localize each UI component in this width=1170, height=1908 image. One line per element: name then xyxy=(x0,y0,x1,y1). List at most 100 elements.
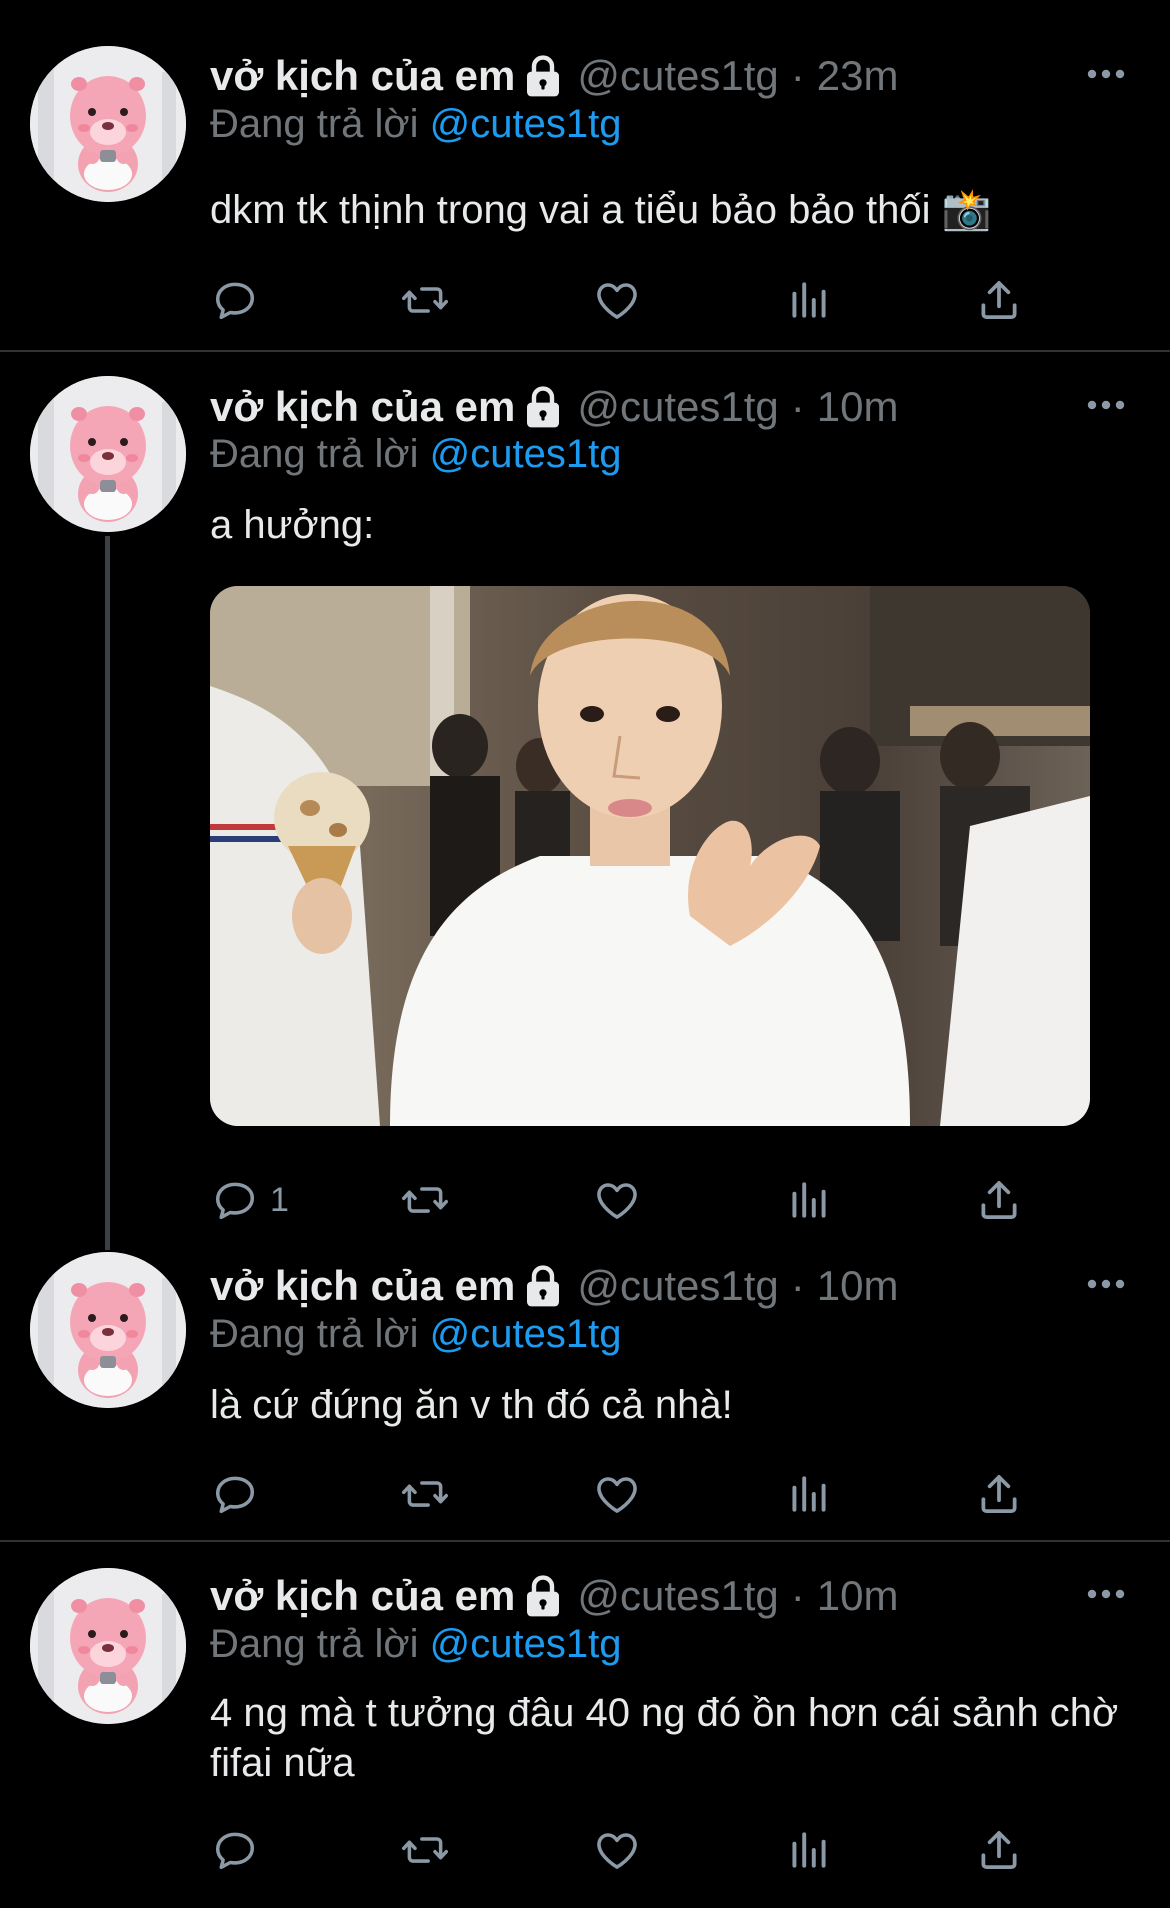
tweet-3[interactable]: vở kịch của em @cutes1tg · 10m Đang trả … xyxy=(0,1232,1170,1538)
separator: · xyxy=(790,1572,805,1619)
replying-to: Đang trả lời @cutes1tg xyxy=(210,432,622,477)
reply-button[interactable] xyxy=(210,1824,270,1876)
tweet-text: a hưởng: xyxy=(210,503,375,547)
retweet-button[interactable] xyxy=(400,1824,450,1876)
share-button[interactable] xyxy=(974,1174,1024,1226)
display-name[interactable]: vở kịch của em xyxy=(210,52,515,100)
tweet-media[interactable] xyxy=(210,586,1090,1126)
handle[interactable]: @cutes1tg xyxy=(577,1262,778,1310)
retweet-icon xyxy=(400,1825,450,1875)
handle[interactable]: @cutes1tg xyxy=(577,1572,778,1620)
reply-icon xyxy=(210,1825,260,1875)
action-bar xyxy=(210,1468,1050,1520)
reply-button[interactable] xyxy=(210,1468,270,1520)
replying-mention[interactable]: @cutes1tg xyxy=(430,1622,622,1666)
avatar-image xyxy=(30,376,186,532)
tweet-4[interactable]: vở kịch của em @cutes1tg · 10m Đang trả … xyxy=(0,1542,1170,1908)
tweet-header: vở kịch của em @cutes1tg · 10m xyxy=(210,379,898,435)
share-icon xyxy=(974,1469,1024,1519)
views-button[interactable] xyxy=(784,1468,834,1520)
separator: · xyxy=(790,1262,805,1309)
like-button[interactable] xyxy=(592,1468,642,1520)
replying-to: Đang trả lời @cutes1tg xyxy=(210,1312,622,1357)
share-button[interactable] xyxy=(974,1824,1024,1876)
views-icon xyxy=(784,1175,834,1225)
replying-label: Đang trả lời xyxy=(210,1312,419,1356)
replying-label: Đang trả lời xyxy=(210,1622,419,1666)
replying-to: Đang trả lời @cutes1tg xyxy=(210,1622,622,1667)
like-icon xyxy=(592,1469,642,1519)
views-icon xyxy=(784,1469,834,1519)
avatar-image xyxy=(30,1568,186,1724)
replying-to: Đang trả lời @cutes1tg xyxy=(210,102,622,147)
views-button[interactable] xyxy=(784,274,834,326)
lock-icon xyxy=(525,385,561,429)
reply-button[interactable] xyxy=(210,274,270,326)
replying-label: Đang trả lời xyxy=(210,102,419,146)
tweet-header: vở kịch của em @cutes1tg · 23m xyxy=(210,48,898,104)
like-button[interactable] xyxy=(592,274,642,326)
separator: · xyxy=(790,383,805,430)
timestamp[interactable]: 10m xyxy=(817,383,899,431)
display-name[interactable]: vở kịch của em xyxy=(210,1262,515,1310)
timestamp[interactable]: 10m xyxy=(817,1572,899,1620)
like-button[interactable] xyxy=(592,1174,642,1226)
views-icon xyxy=(784,275,834,325)
timestamp[interactable]: 10m xyxy=(817,1262,899,1310)
views-icon xyxy=(784,1825,834,1875)
reply-icon xyxy=(210,1469,260,1519)
reply-count: 1 xyxy=(270,1180,289,1219)
display-name[interactable]: vở kịch của em xyxy=(210,1572,515,1620)
retweet-icon xyxy=(400,1175,450,1225)
tweet-text: 4 ng mà t tưởng đâu 40 ng đó ồn hơn cái … xyxy=(210,1691,1119,1785)
action-bar xyxy=(210,1824,1050,1876)
more-icon[interactable] xyxy=(1086,64,1126,84)
share-button[interactable] xyxy=(974,1468,1024,1520)
avatar-image xyxy=(30,46,186,202)
retweet-button[interactable] xyxy=(400,1468,450,1520)
avatar[interactable] xyxy=(30,1568,186,1724)
reply-button[interactable]: 1 xyxy=(210,1174,289,1226)
retweet-button[interactable] xyxy=(400,1174,450,1226)
avatar-image xyxy=(30,1252,186,1408)
more-icon[interactable] xyxy=(1086,395,1126,415)
handle[interactable]: @cutes1tg xyxy=(577,52,778,100)
tweet-text: dkm tk thịnh trong vai a tiểu bảo bảo th… xyxy=(210,188,992,232)
like-icon xyxy=(592,1825,642,1875)
like-button[interactable] xyxy=(592,1824,642,1876)
more-icon[interactable] xyxy=(1086,1274,1126,1294)
replying-mention[interactable]: @cutes1tg xyxy=(430,1312,622,1356)
like-icon xyxy=(592,275,642,325)
share-icon xyxy=(974,1175,1024,1225)
action-bar xyxy=(210,274,1050,326)
share-icon xyxy=(974,275,1024,325)
replying-mention[interactable]: @cutes1tg xyxy=(430,102,622,146)
avatar[interactable] xyxy=(30,1252,186,1408)
lock-icon xyxy=(525,1574,561,1618)
views-button[interactable] xyxy=(784,1824,834,1876)
retweet-icon xyxy=(400,275,450,325)
handle[interactable]: @cutes1tg xyxy=(577,383,778,431)
action-bar: 1 xyxy=(210,1174,1050,1226)
share-icon xyxy=(974,1825,1024,1875)
more-icon[interactable] xyxy=(1086,1584,1126,1604)
media-photo xyxy=(210,586,1090,1126)
timestamp[interactable]: 23m xyxy=(817,52,899,100)
replying-mention[interactable]: @cutes1tg xyxy=(430,432,622,476)
views-button[interactable] xyxy=(784,1174,834,1226)
lock-icon xyxy=(525,1264,561,1308)
display-name[interactable]: vở kịch của em xyxy=(210,383,515,431)
tweet-text: là cứ đứng ăn v th đó cả nhà! xyxy=(210,1383,733,1427)
reply-icon xyxy=(210,1175,260,1225)
tweet-header: vở kịch của em @cutes1tg · 10m xyxy=(210,1568,898,1624)
like-icon xyxy=(592,1175,642,1225)
tweet-2[interactable]: vở kịch của em @cutes1tg · 10m Đang trả … xyxy=(0,352,1170,1232)
avatar[interactable] xyxy=(30,46,186,202)
reply-icon xyxy=(210,275,260,325)
retweet-button[interactable] xyxy=(400,274,450,326)
separator: · xyxy=(790,52,805,99)
share-button[interactable] xyxy=(974,274,1024,326)
retweet-icon xyxy=(400,1469,450,1519)
tweet-1[interactable]: vở kịch của em @cutes1tg · 23m Đang trả … xyxy=(0,0,1170,350)
avatar[interactable] xyxy=(30,376,186,532)
